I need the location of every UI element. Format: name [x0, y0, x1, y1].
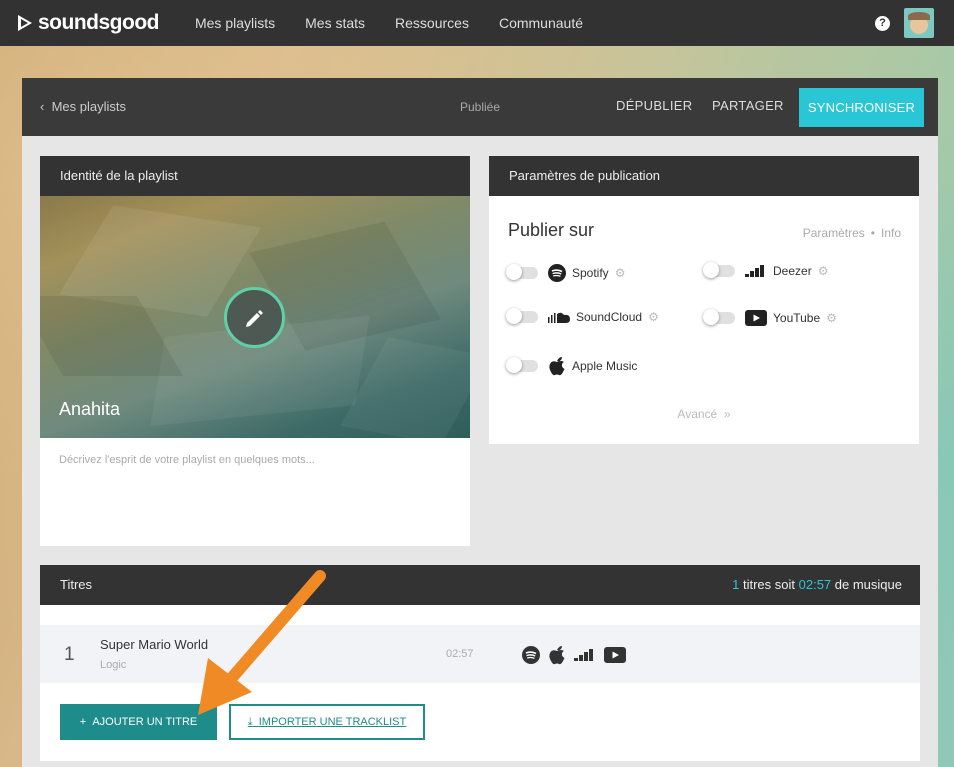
- edit-cover-button[interactable]: [224, 287, 285, 348]
- nav-link-stats[interactable]: Mes stats: [305, 15, 365, 31]
- unpublish-button[interactable]: DÉPUBLIER: [616, 98, 692, 113]
- deezer-icon: [745, 265, 767, 277]
- advanced-toggle[interactable]: Avancé »: [489, 407, 919, 421]
- status-label: Publiée: [460, 100, 501, 114]
- identity-heading: Identité de la playlist: [40, 156, 470, 196]
- playlist-header: ‹ Mes playlists Publiée DÉPUBLIER PARTAG…: [22, 78, 938, 136]
- table-row[interactable]: 1 Super Mario World Logic 02:57: [40, 625, 920, 683]
- youtube-icon: [604, 647, 626, 663]
- gear-icon[interactable]: ⚙: [648, 310, 659, 324]
- double-chevron-down-icon: »: [720, 407, 731, 421]
- back-link[interactable]: ‹ Mes playlists: [40, 99, 126, 114]
- deezer-toggle[interactable]: [703, 262, 735, 278]
- description-input[interactable]: Décrivez l'esprit de votre playlist en q…: [40, 438, 470, 482]
- service-label: Deezer: [773, 264, 812, 278]
- service-spotify: Spotify ⚙: [506, 264, 626, 282]
- advanced-label: Avancé: [677, 407, 718, 421]
- apple-music-toggle[interactable]: [506, 357, 538, 373]
- service-label: SoundCloud: [576, 310, 643, 324]
- tracks-summary: 1 titres soit 02:57 de musique: [732, 565, 902, 605]
- apple-icon: [548, 356, 566, 376]
- settings-link[interactable]: Paramètres: [803, 226, 865, 240]
- publish-title: Publier sur: [508, 220, 595, 240]
- top-navbar: soundsgood Mes playlists Mes stats Resso…: [0, 0, 954, 46]
- soundcloud-toggle[interactable]: [506, 308, 538, 324]
- youtube-icon: [745, 310, 767, 326]
- nav-links: Mes playlists Mes stats Ressources Commu…: [195, 15, 613, 31]
- info-link[interactable]: Info: [881, 226, 901, 240]
- total-duration: 02:57: [798, 577, 832, 592]
- publication-heading: Paramètres de publication: [489, 156, 919, 196]
- logo-text: soundsgood: [38, 11, 159, 34]
- service-deezer: Deezer ⚙: [703, 262, 829, 278]
- play-icon: [18, 15, 32, 31]
- sync-button[interactable]: SYNCHRONISER: [799, 88, 924, 127]
- apple-icon: [549, 646, 565, 665]
- nav-link-community[interactable]: Communauté: [499, 15, 583, 31]
- service-label: Apple Music: [572, 359, 638, 373]
- tracks-panel: Titres 1 titres soit 02:57 de musique 1 …: [40, 565, 920, 761]
- gear-icon[interactable]: ⚙: [818, 264, 829, 278]
- nav-link-playlists[interactable]: Mes playlists: [195, 15, 275, 31]
- count-suffix: titres soit: [739, 577, 799, 592]
- youtube-toggle[interactable]: [703, 309, 735, 325]
- publication-panel: Paramètres de publication Publier sur Pa…: [489, 156, 919, 444]
- tracks-header: Titres 1 titres soit 02:57 de musique: [40, 565, 920, 605]
- avatar[interactable]: [904, 8, 934, 38]
- track-duration: 02:57: [446, 648, 474, 660]
- service-youtube: YouTube ⚙: [703, 309, 837, 326]
- service-soundcloud: SoundCloud ⚙: [506, 308, 659, 324]
- share-button[interactable]: PARTAGER: [712, 98, 784, 113]
- chevron-left-icon: ‹: [40, 99, 45, 114]
- track-services: [522, 645, 626, 665]
- spotify-icon: [548, 264, 566, 282]
- logo[interactable]: soundsgood: [18, 11, 159, 35]
- tracks-heading: Titres: [60, 577, 93, 592]
- gear-icon[interactable]: ⚙: [615, 266, 626, 280]
- service-label: Spotify: [572, 266, 609, 280]
- duration-suffix: de musique: [831, 577, 902, 592]
- publish-links: Paramètres • Info: [802, 226, 901, 240]
- annotation-arrow: [198, 570, 326, 715]
- service-apple-music: Apple Music: [506, 356, 638, 376]
- track-artist: Logic: [100, 659, 127, 671]
- nav-link-resources[interactable]: Ressources: [395, 15, 469, 31]
- deezer-icon: [574, 649, 593, 661]
- add-track-label: AJOUTER UN TITRE: [92, 716, 198, 728]
- gear-icon[interactable]: ⚙: [826, 311, 837, 325]
- identity-panel: Identité de la playlist Anahita Décrivez…: [40, 156, 470, 546]
- main-container: ‹ Mes playlists Publiée DÉPUBLIER PARTAG…: [22, 78, 938, 767]
- playlist-cover[interactable]: Anahita: [40, 196, 470, 438]
- help-icon[interactable]: ?: [875, 15, 890, 31]
- track-number: 1: [64, 644, 75, 665]
- spotify-toggle[interactable]: [506, 264, 538, 280]
- service-label: YouTube: [773, 311, 821, 325]
- playlist-name[interactable]: Anahita: [59, 399, 120, 420]
- spotify-icon: [522, 646, 540, 664]
- back-label: Mes playlists: [51, 99, 126, 114]
- nav-right: ?: [875, 8, 934, 38]
- plus-icon: +: [79, 716, 87, 728]
- pencil-icon: [246, 310, 263, 327]
- soundcloud-icon: [548, 311, 570, 323]
